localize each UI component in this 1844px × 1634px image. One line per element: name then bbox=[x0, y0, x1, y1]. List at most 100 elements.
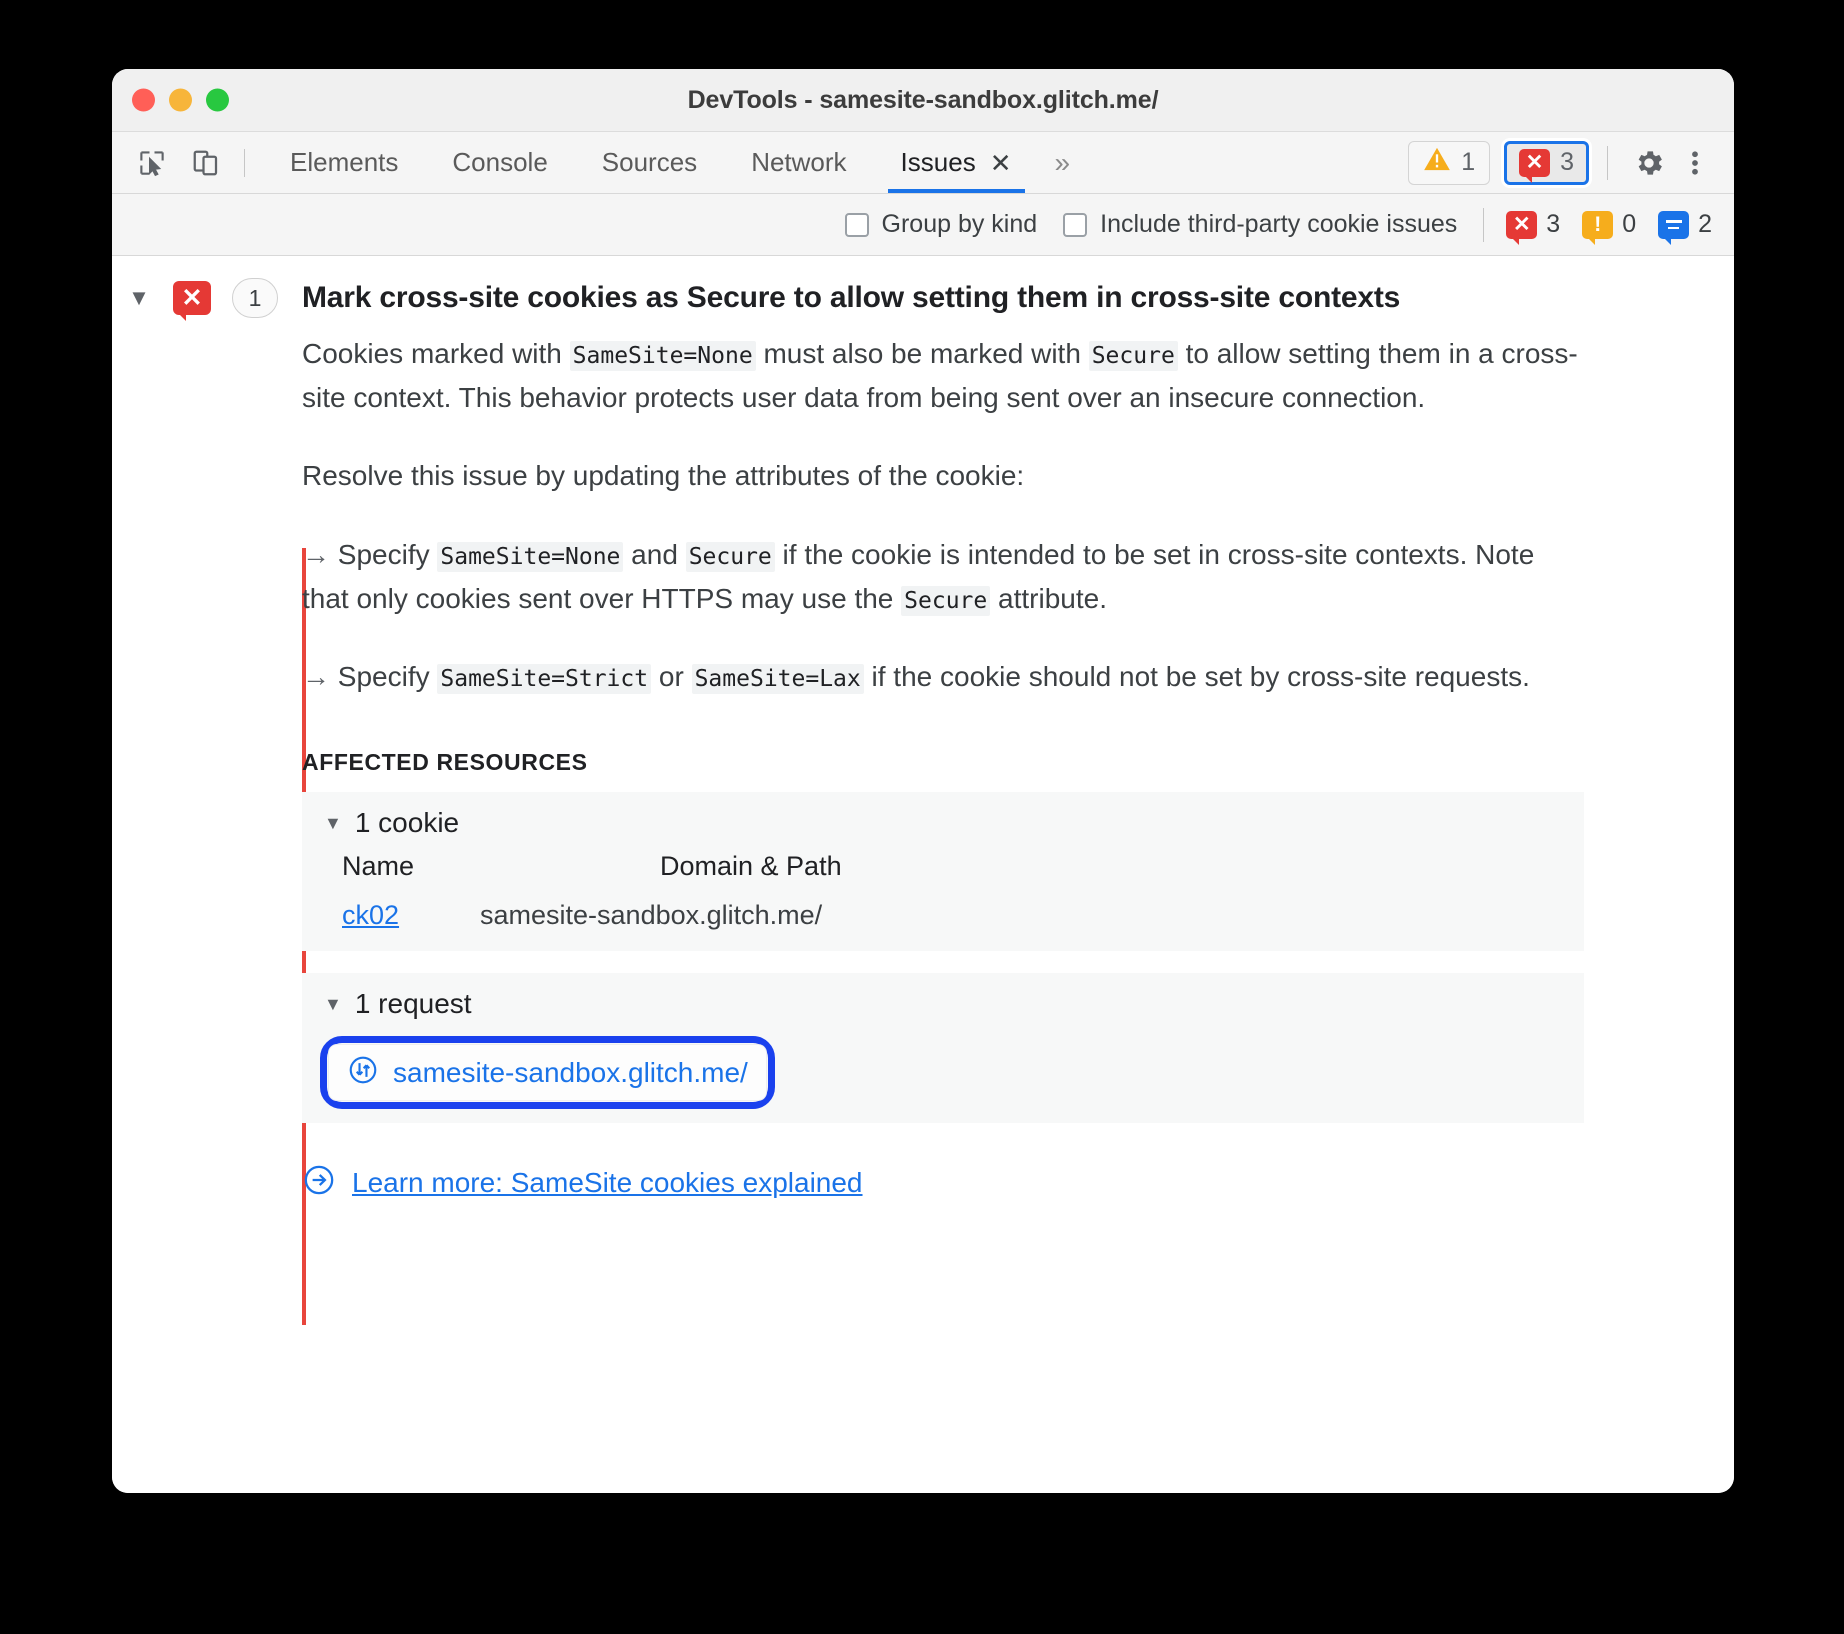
warning-stat-count: 0 bbox=[1622, 210, 1637, 238]
bullet2-text-1: Specify bbox=[330, 661, 438, 693]
learn-more-row[interactable]: Learn more: SameSite cookies explained bbox=[302, 1163, 1584, 1212]
request-url-text: samesite-sandbox.glitch.me/ bbox=[393, 1056, 748, 1088]
arrow-right-glyph: → bbox=[302, 538, 330, 570]
tab-elements[interactable]: Elements bbox=[263, 132, 425, 193]
tabbar-status-area: 1 ✕ 3 bbox=[1408, 140, 1718, 186]
requests-section-label: 1 request bbox=[354, 988, 472, 1020]
error-stat[interactable]: ✕ 3 bbox=[1506, 210, 1561, 245]
more-vertical-icon[interactable] bbox=[1672, 140, 1718, 186]
error-badge-icon: ✕ bbox=[173, 281, 211, 321]
tab-sources[interactable]: Sources bbox=[575, 132, 724, 193]
issue-details: Cookies marked with SameSite=None must a… bbox=[302, 332, 1734, 1212]
info-badge-icon bbox=[1658, 210, 1690, 245]
cookies-table-header-row: Name Domain & Path bbox=[342, 851, 1584, 882]
cookies-twisty-icon[interactable]: ▼ bbox=[324, 814, 342, 832]
error-badge-icon: ✕ bbox=[1519, 148, 1551, 183]
table-row: ck02 samesite-sandbox.glitch.me/ bbox=[342, 900, 1584, 931]
request-focus-ring: samesite-sandbox.glitch.me/ bbox=[320, 1036, 775, 1110]
issue-bullet-1: → Specify SameSite=None and Secure if th… bbox=[302, 533, 1584, 621]
minimize-window-button[interactable] bbox=[169, 88, 192, 112]
code-secure: Secure bbox=[1088, 341, 1178, 371]
devtools-window: DevTools - samesite-sandbox.glitch.me/ E… bbox=[112, 69, 1734, 1493]
tab-label: Console bbox=[452, 147, 548, 177]
bullet1-text-1: Specify bbox=[330, 538, 438, 570]
issue-expand-twisty[interactable]: ▼ bbox=[112, 285, 166, 311]
warning-count-chip[interactable]: 1 bbox=[1408, 140, 1491, 185]
cookies-section-header[interactable]: ▼ 1 cookie bbox=[302, 792, 1584, 851]
bullet1-text-4: attribute. bbox=[990, 582, 1107, 614]
issue-title: Mark cross-site cookies as Secure to all… bbox=[302, 281, 1401, 314]
cookie-name-link[interactable]: ck02 bbox=[342, 900, 446, 931]
learn-more-link[interactable]: Learn more: SameSite cookies explained bbox=[352, 1167, 863, 1199]
checkbox-box[interactable] bbox=[844, 212, 869, 237]
checkbox-label: Include third-party cookie issues bbox=[1100, 210, 1458, 238]
cookies-table: Name Domain & Path ck02 samesite-sandbox… bbox=[302, 851, 1584, 951]
desc-text-1: Cookies marked with bbox=[302, 338, 570, 369]
screenshot-stage: DevTools - samesite-sandbox.glitch.me/ E… bbox=[0, 0, 1844, 1634]
tab-label: Sources bbox=[601, 147, 698, 177]
more-tabs-icon[interactable]: » bbox=[1039, 132, 1087, 193]
affected-cookies-block: ▼ 1 cookie Name Domain & Path ck02 sames… bbox=[302, 792, 1584, 952]
warning-triangle-icon bbox=[1423, 146, 1451, 179]
window-titlebar: DevTools - samesite-sandbox.glitch.me/ bbox=[112, 69, 1734, 132]
status-divider bbox=[1607, 145, 1608, 180]
issue-bullet-2: → Specify SameSite=Strict or SameSite=La… bbox=[302, 655, 1584, 699]
issue-resolve-paragraph: Resolve this issue by updating the attri… bbox=[302, 460, 1025, 492]
code-samesite-strict: SameSite=Strict bbox=[437, 664, 652, 695]
info-stat-count: 2 bbox=[1698, 210, 1712, 238]
info-stat[interactable]: 2 bbox=[1658, 210, 1712, 245]
group-by-kind-checkbox[interactable]: Group by kind bbox=[844, 210, 1038, 239]
close-window-button[interactable] bbox=[132, 88, 155, 112]
code-samesite-none: SameSite=None bbox=[437, 541, 624, 572]
affected-requests-block: ▼ 1 request samesite-sandbox.glitch.me/ bbox=[302, 973, 1584, 1124]
tab-issues[interactable]: Issues ✕ bbox=[874, 132, 1039, 193]
include-third-party-cookie-issues-checkbox[interactable]: Include third-party cookie issues bbox=[1063, 210, 1457, 239]
requests-section-header[interactable]: ▼ 1 request bbox=[302, 973, 1584, 1032]
warning-stat[interactable]: ! 0 bbox=[1582, 210, 1637, 245]
gear-icon[interactable] bbox=[1626, 140, 1672, 186]
warning-count: 1 bbox=[1461, 148, 1476, 176]
issue-occurrence-count: 1 bbox=[232, 278, 278, 318]
bullet2-text-2: or bbox=[651, 661, 692, 693]
issues-panel-content: ▼ ✕ 1 Mark cross-site cookies as Secure … bbox=[112, 256, 1734, 1493]
tab-label: Network bbox=[751, 147, 847, 177]
code-samesite-none: SameSite=None bbox=[569, 341, 756, 371]
tab-network[interactable]: Network bbox=[724, 132, 873, 193]
issue-description-paragraph: Cookies marked with SameSite=None must a… bbox=[302, 332, 1584, 420]
checkbox-box[interactable] bbox=[1063, 212, 1088, 237]
issues-filterbar: Group by kind Include third-party cookie… bbox=[112, 194, 1734, 256]
zoom-window-button[interactable] bbox=[206, 88, 229, 112]
tab-label: Elements bbox=[290, 147, 399, 177]
warning-badge-icon: ! bbox=[1582, 210, 1614, 245]
network-request-icon bbox=[347, 1054, 379, 1091]
arrow-right-circle-icon bbox=[302, 1163, 336, 1202]
window-title: DevTools - samesite-sandbox.glitch.me/ bbox=[687, 85, 1159, 114]
code-samesite-lax: SameSite=Lax bbox=[691, 664, 864, 695]
error-stat-count: 3 bbox=[1546, 210, 1561, 238]
bullet2-text-3: if the cookie should not be set by cross… bbox=[863, 661, 1530, 693]
devtools-tabbar: Elements Console Sources Network Issues … bbox=[112, 132, 1734, 194]
device-toolbar-icon[interactable] bbox=[186, 143, 226, 183]
tab-label: Issues bbox=[900, 147, 976, 177]
cookie-domain-text: samesite-sandbox.glitch.me/ bbox=[480, 900, 823, 931]
error-count: 3 bbox=[1560, 148, 1574, 176]
inspect-cursor-icon[interactable] bbox=[132, 143, 172, 183]
filterbar-divider bbox=[1483, 207, 1485, 242]
tabbar-tools bbox=[132, 143, 226, 183]
requests-twisty-icon[interactable]: ▼ bbox=[324, 995, 342, 1013]
code-secure-2: Secure bbox=[901, 585, 991, 616]
affected-request-link[interactable]: samesite-sandbox.glitch.me/ bbox=[328, 1044, 767, 1102]
column-header-domain-path: Domain & Path bbox=[660, 851, 842, 882]
window-controls bbox=[132, 88, 229, 112]
close-icon[interactable]: ✕ bbox=[990, 150, 1012, 176]
tab-console[interactable]: Console bbox=[425, 132, 574, 193]
error-count-chip[interactable]: ✕ 3 bbox=[1504, 140, 1589, 185]
error-badge-icon: ✕ bbox=[1506, 210, 1538, 245]
issue-header-row[interactable]: ▼ ✕ 1 Mark cross-site cookies as Secure … bbox=[112, 256, 1734, 332]
desc-text-2: must also be marked with bbox=[755, 338, 1089, 369]
checkbox-label: Group by kind bbox=[881, 210, 1038, 238]
column-header-name: Name bbox=[342, 851, 415, 882]
arrow-right-glyph: → bbox=[302, 661, 330, 693]
code-secure: Secure bbox=[685, 541, 775, 572]
cookies-section-label: 1 cookie bbox=[354, 807, 460, 839]
